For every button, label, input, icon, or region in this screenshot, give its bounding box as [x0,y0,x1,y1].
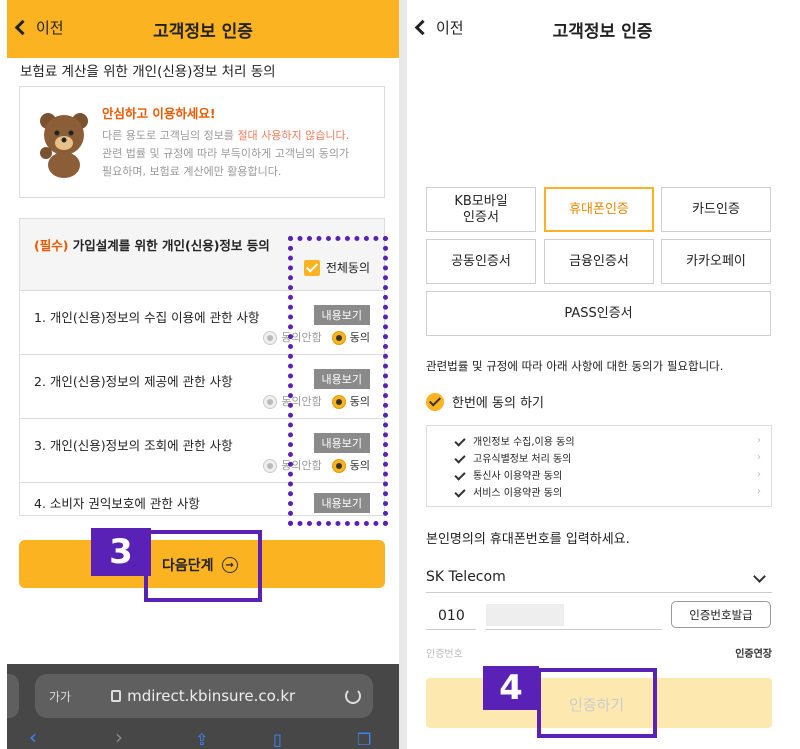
step-badge: 3 [91,528,151,576]
notice-line2: 관련 법률 및 규정에 따라 부득이하게 고객님의 동의가 [102,147,350,160]
check-icon [454,468,466,481]
next-step-text: 다음단계 [162,558,214,574]
consent-item-label: 3. 개인(신용)정보의 조회에 관한 사항 [34,438,233,453]
back-nav-icon[interactable]: ‹ [29,725,37,749]
auth-finance-cert-button[interactable]: 금융인증서 [544,239,654,284]
agree-all-label: 한번에 동의 하기 [452,396,544,411]
agreement-label: 고유식별정보 처리 동의 [473,454,572,465]
share-icon[interactable]: ⇪ [195,730,208,749]
text-size-button[interactable]: 가가 [49,688,71,705]
phone-prefix-select[interactable]: 010 [426,602,476,630]
agree-all-checkbox[interactable]: 한번에 동의 하기 [426,392,544,411]
header: 이전 고객정보 인증 [407,0,798,58]
carrier-value: SK Telecom [426,568,506,585]
required-tag: (필수) [34,238,69,253]
phone-number-input[interactable] [486,602,662,630]
masked-number [486,604,564,626]
carrier-select[interactable]: SK Telecom [426,561,772,593]
consent-title: (필수) 가입설계를 위한 개인(신용)정보 등의 [34,235,270,254]
chevron-left-icon [414,19,431,36]
consent-item-label: 4. 소비자 권익보호에 관한 사항 [34,496,200,511]
issue-code-button[interactable]: 인증번호발급 [671,601,771,628]
back-label: 이전 [36,19,64,37]
consent-item-label: 1. 개인(신용)정보의 수집 이용에 관한 사항 [34,310,260,325]
back-button[interactable]: 이전 [14,17,64,38]
right-screen: 이전 고객정보 인증 KB모바일 인증서 휴대폰인증 카드인증 공동인증서 금융… [407,0,798,749]
page-title: 고객정보 인증 [153,21,253,42]
auth-pass-button[interactable]: PASS인증서 [426,291,771,336]
radio-off-icon [263,395,278,409]
agreement-label: 서비스 이용약관 동의 [473,488,563,499]
forward-nav-icon[interactable]: › [115,725,123,749]
check-circle-icon [426,392,444,411]
list-item[interactable]: 고유식별정보 처리 동의 › [437,449,761,466]
notice-line3: 필요하며, 보험료 계산에만 활용합니다. [102,165,282,178]
step-badge: 4 [483,666,539,710]
list-item[interactable]: 통신사 이용약관 동의 › [437,466,761,483]
chevron-down-icon [753,570,766,583]
chevron-right-icon: › [757,452,761,463]
left-screen: 이전 고객정보 인증 보험료 계산을 위한 개인(신용)정보 처리 동의 안심하… [7,0,399,749]
lock-icon [111,690,122,702]
arrow-right-icon: → [221,557,238,573]
notice-body: 다른 용도로 고객님의 정보를 절대 사용하지 않습니다. 관련 법률 및 규정… [102,127,376,181]
agreement-list: 개인정보 수집,이용 동의 › 고유식별정보 처리 동의 › 통신사 이용약관 동의… [426,425,772,507]
annotation-dotted-box [288,236,388,526]
next-step-label: 다음단계 → [162,555,238,575]
radio-off-icon [263,459,278,473]
divider [399,0,407,749]
browser-toolbar: 가가 mdirect.kbinsure.co.kr ‹ › ⇪ ▯ ❐ [7,664,399,749]
tab-peek [7,674,19,718]
check-icon [454,451,466,464]
auth-phone-button[interactable]: 휴대폰인증 [544,187,654,232]
auth-joint-cert-button[interactable]: 공동인증서 [426,239,536,284]
bookmarks-icon[interactable]: ▯ [273,730,282,749]
back-button[interactable]: 이전 [414,17,464,38]
notice-box: 안심하고 이용하세요! 다른 용도로 고객님의 정보를 절대 사용하지 않습니다… [19,86,385,198]
chevron-right-icon: › [757,469,761,480]
chevron-right-icon: › [757,486,761,497]
check-icon [454,434,466,447]
reload-icon[interactable] [345,688,361,704]
bear-mascot-icon [40,113,88,178]
agreement-label: 통신사 이용약관 동의 [473,471,563,482]
cert-code-row: 인증번호 인증연장 [426,645,772,660]
auth-kb-mobile-button[interactable]: KB모바일 인증서 [426,187,536,232]
chevron-right-icon: › [757,435,761,446]
section-title: 보험료 계산을 위한 개인(신용)정보 처리 동의 [20,64,276,80]
auth-kakaopay-button[interactable]: 카카오페이 [661,239,771,284]
authenticate-label: 인증하기 [569,696,625,714]
cert-code-label: 인증번호 [426,649,463,660]
radio-off-icon [263,331,278,345]
address-bar[interactable]: 가가 mdirect.kbinsure.co.kr [35,674,373,718]
consent-item-label: 2. 개인(신용)정보의 제공에 관한 사항 [34,374,233,389]
check-icon [454,485,466,498]
notice-title: 안심하고 이용하세요! [102,106,216,121]
consent-notice: 관련법률 및 규정에 따라 아래 사항에 대한 동의가 필요합니다. [426,359,724,373]
notice-line1: 다른 용도로 고객님의 정보를 [102,129,238,142]
page-title: 고객정보 인증 [552,21,653,42]
auth-card-button[interactable]: 카드인증 [661,187,771,232]
consent-title-text: 가입설계를 위한 개인(신용)정보 등의 [68,238,270,253]
list-item[interactable]: 서비스 이용약관 동의 › [437,483,761,500]
back-label: 이전 [436,19,464,37]
agreement-label: 개인정보 수집,이용 동의 [473,437,575,448]
list-item[interactable]: 개인정보 수집,이용 동의 › [437,432,761,449]
cert-extend-button[interactable]: 인증연장 [735,645,772,660]
phone-prompt: 본인명의의 휴대폰번호를 입력하세요. [426,532,630,547]
notice-highlight: 절대 사용하지 않습니다. [237,129,350,142]
url-text: mdirect.kbinsure.co.kr [127,687,296,705]
chevron-left-icon [14,19,31,36]
header: 이전 고객정보 인증 [7,0,399,58]
tabs-icon[interactable]: ❐ [357,730,371,749]
